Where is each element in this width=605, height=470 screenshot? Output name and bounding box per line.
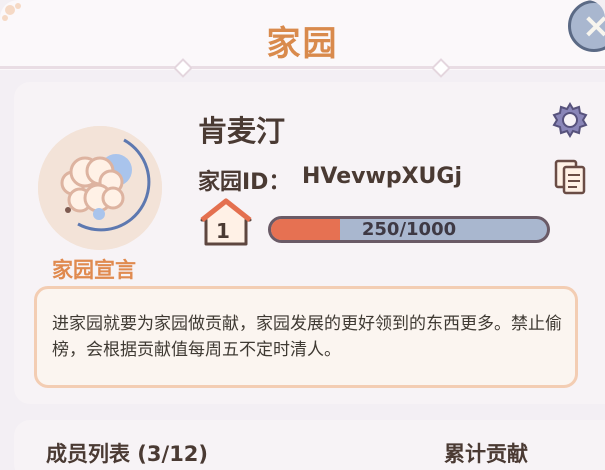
page-title: 家园 (266, 24, 339, 64)
home-declaration-label: 家园宣言 (52, 258, 136, 282)
home-level: 1 (216, 219, 230, 243)
home-declaration-box: 进家园就要为家园做贡献，家园发展的更好领到的东西更多。禁止偷榜，会根据贡献值每周… (34, 286, 578, 388)
home-declaration-text: 进家园就要为家园做贡献，家园发展的更好领到的东西更多。禁止偷榜，会根据贡献值每周… (52, 314, 562, 360)
close-icon: × (582, 6, 605, 46)
home-id-value: HVevwpXUGj (302, 164, 462, 189)
cloud-moon-icon (38, 126, 162, 250)
home-panel: 家园 × 肯麦汀 家园ID： HVevwpXUGj 1 250/1000 家园宣… (0, 0, 605, 470)
copy-icon (554, 159, 586, 195)
member-list-header: 成员列表 (3/12) (46, 442, 209, 466)
settings-button[interactable] (550, 100, 590, 140)
home-name: 肯麦汀 (198, 114, 286, 148)
home-avatar (38, 126, 162, 250)
header-divider (0, 66, 605, 69)
total-contribution-header: 累计贡献 (444, 442, 528, 466)
home-id-label: 家园ID： (198, 170, 291, 195)
gear-icon (552, 102, 588, 138)
copy-id-button[interactable] (553, 158, 589, 196)
panel-header: 家园 (0, 0, 605, 78)
progress-text: 250/1000 (361, 219, 457, 240)
home-progress-bar: 250/1000 (268, 216, 550, 243)
